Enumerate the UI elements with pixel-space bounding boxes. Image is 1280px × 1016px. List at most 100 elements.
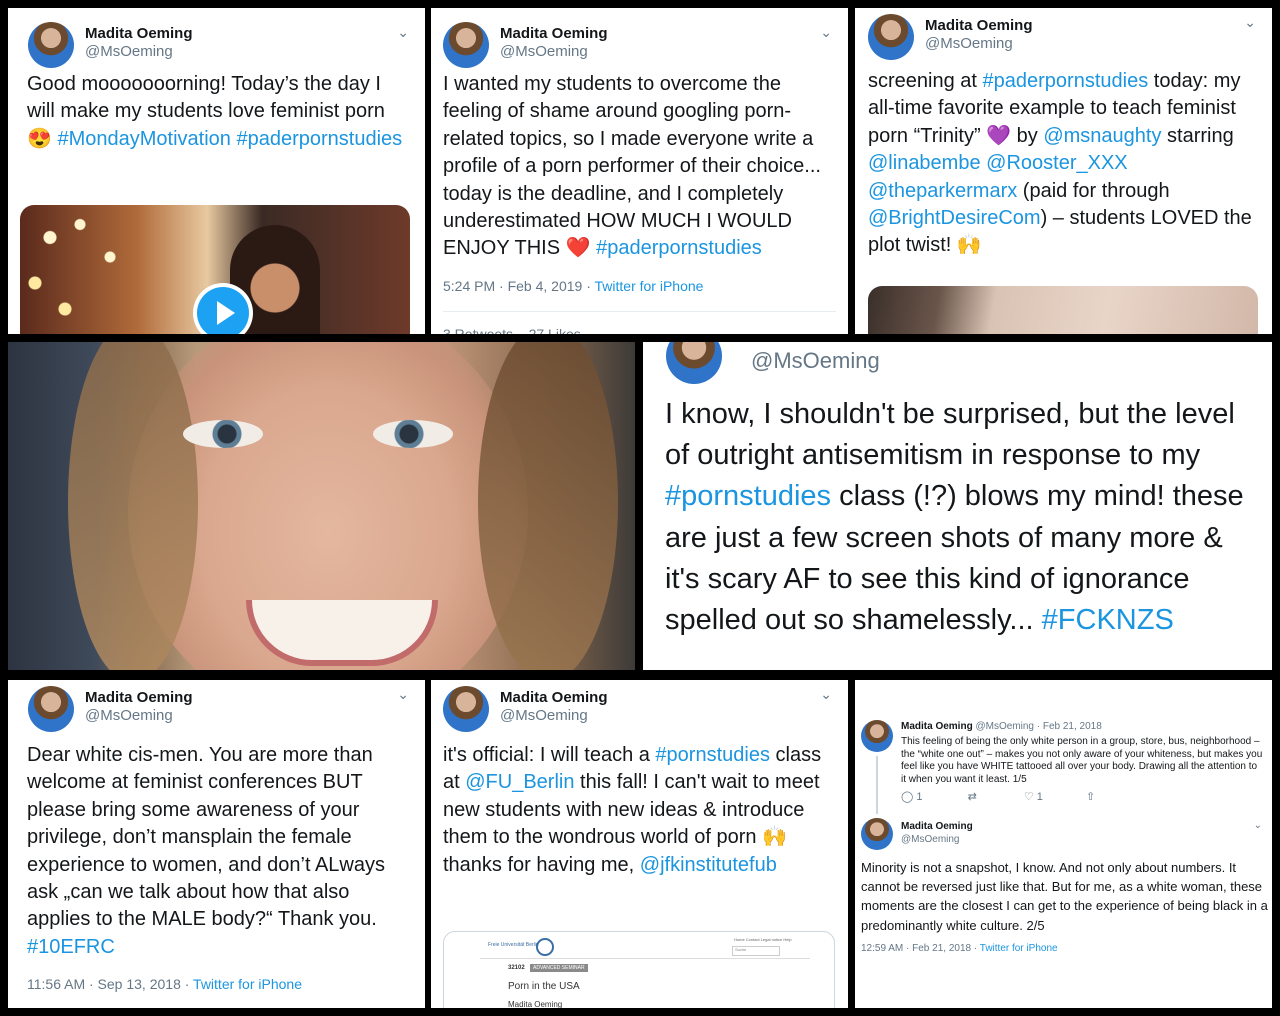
avatar[interactable]	[868, 14, 914, 60]
hair-left	[68, 342, 198, 670]
display-name[interactable]: Madita Oeming	[925, 17, 1033, 35]
handle[interactable]: @MsOeming	[500, 707, 608, 725]
avatar[interactable]	[443, 686, 489, 732]
tweet-text: it's official: I will teach a #pornstudi…	[443, 742, 836, 879]
tweet-stats[interactable]: 3 Retweets 27 Likes	[443, 326, 581, 334]
hashtag-link[interactable]: #FCKNZS	[1042, 604, 1174, 636]
handle[interactable]: @MsOeming	[751, 348, 880, 374]
chevron-down-icon[interactable]: ⌄	[820, 686, 832, 703]
tweet-header: Madita Oeming @MsOeming	[28, 22, 193, 68]
avatar[interactable]	[861, 720, 893, 752]
source-link[interactable]: Twitter for iPhone	[980, 943, 1058, 954]
course-teacher: Madita Oeming	[508, 1000, 563, 1008]
display-name[interactable]: Madita Oeming	[500, 689, 608, 707]
hashtag-link[interactable]: #paderpornstudies	[983, 70, 1149, 92]
hashtag-link[interactable]: #paderpornstudies	[236, 128, 402, 150]
mention-link[interactable]: @BrightDesireCom	[868, 207, 1041, 229]
reply-icon[interactable]: ◯	[901, 791, 913, 803]
retweet-icon[interactable]: ⇄	[968, 791, 977, 803]
mention-link[interactable]: @Rooster_XXX	[986, 152, 1127, 174]
handle[interactable]: @MsOeming	[85, 43, 193, 61]
tweet-actions: ◯ 1 ⇄ ♡ 1 ⇧	[901, 790, 1095, 803]
tweet-text: screening at #paderpornstudies today: my…	[868, 68, 1260, 260]
hair-right	[478, 342, 618, 670]
like-icon[interactable]: ♡	[1024, 791, 1034, 803]
seminar-badge: ADVANCED SEMINAR	[530, 964, 588, 972]
bokeh-lights	[20, 205, 170, 334]
share-icon[interactable]: ⇧	[1086, 791, 1095, 803]
play-icon	[197, 287, 249, 334]
course-title: Porn in the USA	[508, 981, 580, 992]
tweet-panel-1: Madita Oeming @MsOeming ⌄ Good mooooooor…	[8, 8, 425, 334]
mention-link[interactable]: @FU_Berlin	[465, 771, 574, 793]
tweet-text-part: Dear white cis-men. You are more than we…	[27, 744, 385, 931]
tweet-text-part: Good mooooooorning! Today’s the day I wi…	[27, 73, 385, 123]
tweet-panel-5: @MsOeming I know, I shouldn't be surpris…	[643, 342, 1272, 670]
hashtag-link[interactable]: #pornstudies	[665, 480, 831, 512]
tweet-header: Madita Oeming @MsOeming	[868, 14, 1033, 60]
university-name: Freie Universität Berlin	[488, 942, 539, 948]
mention-link[interactable]: @linabembe	[868, 152, 981, 174]
timestamp[interactable]: 12:59 AM · Feb 21, 2018 ·	[861, 943, 980, 954]
handle[interactable]: @MsOeming	[85, 707, 193, 725]
heart-emoji: ❤️	[565, 237, 591, 260]
display-name[interactable]: Madita Oeming	[85, 689, 193, 707]
handle[interactable]: @MsOeming	[925, 35, 1033, 53]
source-link[interactable]: Twitter for iPhone	[595, 278, 704, 294]
media-thumbnail[interactable]	[868, 286, 1258, 334]
avatar[interactable]	[28, 686, 74, 732]
timestamp[interactable]: 5:24 PM · Feb 4, 2019 ·	[443, 278, 595, 294]
chevron-down-icon[interactable]: ⌄	[397, 686, 409, 703]
divider	[443, 311, 836, 312]
display-name[interactable]: Madita Oeming	[901, 821, 973, 832]
tweet-panel-8: Madita Oeming @MsOeming · Feb 21, 2018 T…	[855, 680, 1272, 1008]
handle[interactable]: @MsOeming	[901, 834, 960, 845]
tweet-panel-3: Madita Oeming @MsOeming ⌄ screening at #…	[855, 8, 1272, 334]
tweet-text-part: I know, I shouldn't be surprised, but th…	[665, 398, 1235, 472]
chevron-down-icon[interactable]: ⌄	[1254, 820, 1262, 831]
tweet-text: I wanted my students to overcome the fee…	[443, 71, 836, 263]
hashtag-link[interactable]: #10EFRC	[27, 936, 115, 958]
course-code: 32102	[508, 965, 525, 971]
avatar[interactable]	[443, 22, 489, 68]
mention-link[interactable]: @theparkermarx	[868, 180, 1017, 202]
tweet-text: Good mooooooorning! Today’s the day I wi…	[27, 71, 413, 153]
handle[interactable]: @MsOeming	[500, 43, 608, 61]
hashtag-link[interactable]: #MondayMotivation	[57, 128, 230, 150]
tweet-timestamp: 12:59 AM · Feb 21, 2018 · Twitter for iP…	[861, 943, 1058, 954]
eye-right	[373, 420, 453, 448]
chevron-down-icon[interactable]: ⌄	[397, 24, 409, 41]
display-name[interactable]: Madita Oeming	[901, 721, 973, 732]
source-link[interactable]: Twitter for iPhone	[193, 976, 302, 992]
link-card[interactable]: Freie Universität Berlin Home Contact Le…	[443, 931, 835, 1008]
avatar[interactable]	[666, 342, 722, 384]
tweet-text: Dear white cis-men. You are more than we…	[27, 742, 413, 961]
heart-eyes-emoji: 😍	[27, 127, 52, 150]
video-thumbnail[interactable]	[20, 205, 410, 334]
tweet-timestamp: 5:24 PM · Feb 4, 2019 · Twitter for iPho…	[443, 278, 703, 294]
tweet-timestamp: 11:56 AM · Sep 13, 2018 · Twitter for iP…	[27, 976, 302, 992]
display-name[interactable]: Madita Oeming	[500, 25, 608, 43]
raised-hands-emoji: 🙌	[762, 826, 787, 849]
tweet-text-part: it's official: I will teach a	[443, 744, 656, 766]
tweet-text-part: screening at	[868, 70, 983, 92]
tweet-text-part: thanks for having me,	[443, 853, 640, 876]
hashtag-link[interactable]: #pornstudies	[655, 744, 770, 766]
mention-link[interactable]: @jfkinstitutefub	[640, 854, 777, 876]
chevron-down-icon[interactable]: ⌄	[1244, 14, 1256, 31]
avatar[interactable]	[861, 818, 893, 850]
tweet-text: This feeling of being the only white per…	[901, 736, 1263, 785]
tweet-header: Madita Oeming @MsOeming	[443, 686, 608, 732]
play-button[interactable]	[193, 283, 253, 334]
mention-link[interactable]: @msnaughty	[1043, 125, 1161, 147]
hashtag-link[interactable]: #paderpornstudies	[596, 237, 762, 259]
timestamp[interactable]: 11:56 AM · Sep 13, 2018 ·	[27, 976, 193, 992]
tweet-meta[interactable]: @MsOeming · Feb 21, 2018	[975, 721, 1101, 732]
reply-count: 1	[916, 791, 923, 803]
chevron-down-icon[interactable]: ⌄	[820, 24, 832, 41]
raised-hands-emoji: 🙌	[956, 234, 982, 257]
avatar[interactable]	[28, 22, 74, 68]
card-search-box: Suche	[732, 946, 780, 956]
tweet-panel-6: Madita Oeming @MsOeming ⌄ Dear white cis…	[8, 680, 425, 1008]
display-name[interactable]: Madita Oeming	[85, 25, 193, 43]
